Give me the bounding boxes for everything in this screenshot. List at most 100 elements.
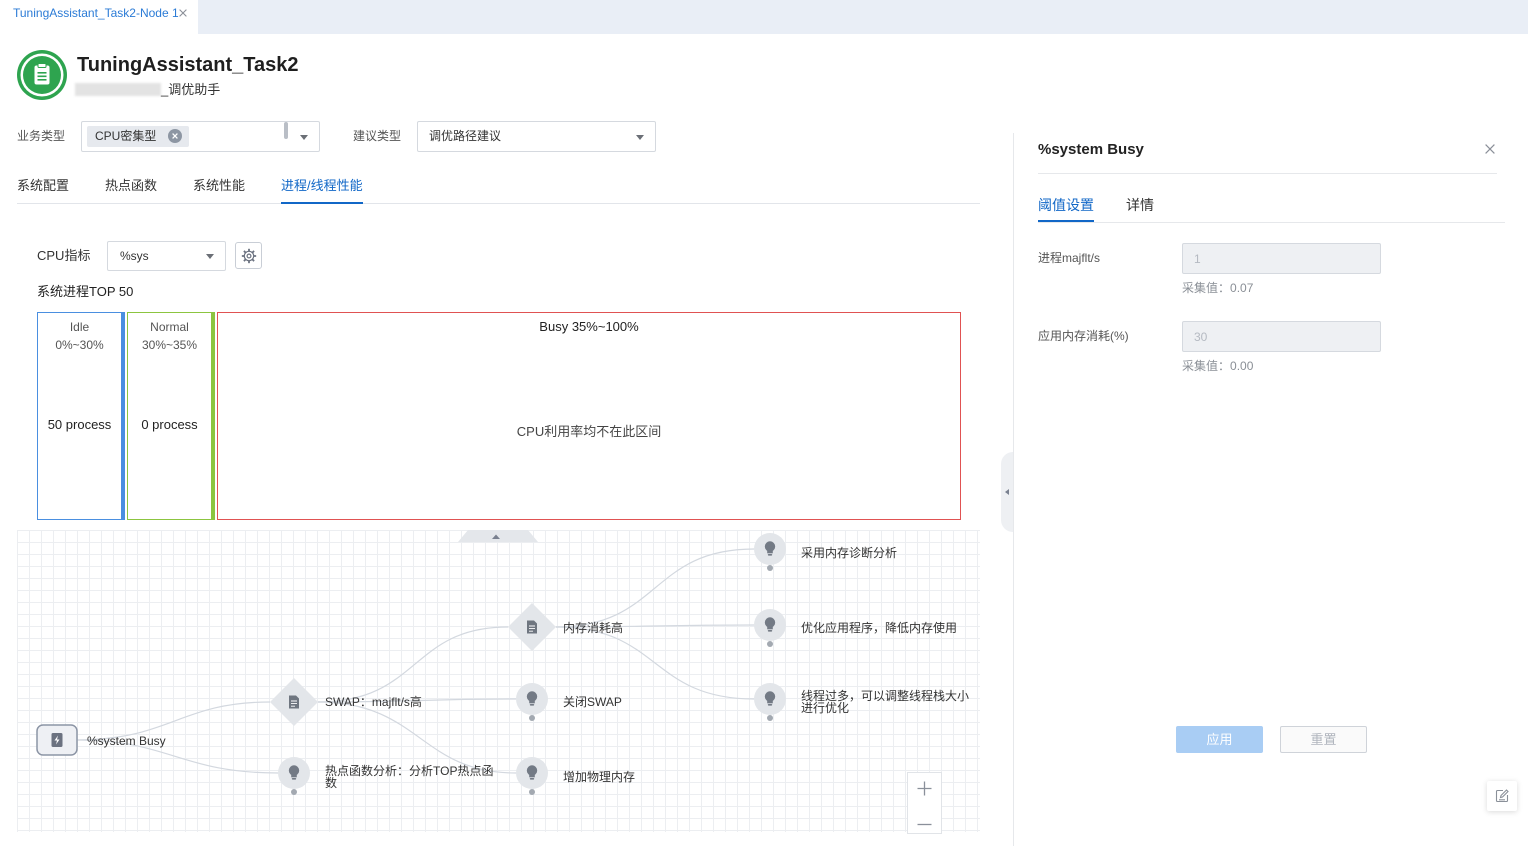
graph-collapse-handle[interactable] <box>458 530 538 542</box>
tab-system-performance[interactable]: 系统性能 <box>193 177 245 204</box>
bucket-count: 50 process <box>47 417 112 432</box>
edge-memory-thread-stack <box>555 626 755 700</box>
chevron-down-icon[interactable] <box>300 135 308 140</box>
bucket-idle[interactable]: Idle 0%~30% 50 process <box>37 312 125 520</box>
bucket-empty-message: CPU利用率均不在此区间 <box>516 424 662 439</box>
close-icon[interactable] <box>1485 144 1495 154</box>
memory-usage-threshold-input[interactable] <box>1182 321 1381 352</box>
tab-hotspot-functions[interactable]: 热点函数 <box>105 177 157 204</box>
zoom-out-button[interactable] <box>908 804 941 834</box>
chevron-down-icon[interactable] <box>636 135 644 140</box>
edge-swap-add-memory <box>317 701 517 774</box>
clipboard-icon <box>17 50 67 104</box>
tab-process-thread-performance[interactable]: 进程/线程性能 <box>281 177 363 204</box>
cpu-metric-value: %sys <box>120 249 149 263</box>
cpu-metric-select[interactable]: %sys <box>107 241 226 271</box>
panel-divider <box>1038 173 1497 174</box>
suggestion-node-memory-diagnosis[interactable] <box>754 533 786 571</box>
close-circle-icon[interactable] <box>168 129 182 143</box>
bucket-name: Busy <box>539 319 569 334</box>
root-node[interactable] <box>36 724 78 756</box>
cpu-metric-label: CPU指标 <box>37 248 91 263</box>
feedback-button[interactable] <box>1487 781 1517 811</box>
node-label-close-swap: 关闭SWAP <box>563 695 622 709</box>
panel-collapse-handle[interactable] <box>1001 452 1013 532</box>
detail-panel: %system Busy 阈值设置 详情 进程majflt/s 采集值：0.07… <box>1013 133 1528 846</box>
node-label-memory: 内存消耗高 <box>563 621 624 635</box>
bucket-name: Normal <box>150 320 189 334</box>
tuning-path-graph[interactable]: %system Busy SWAP：majflt/s高 热点函数分析：分析TOP… <box>17 530 980 832</box>
collected-label: 采集值： <box>1182 359 1231 373</box>
bucket-range: 35%~100% <box>571 319 639 334</box>
node-label-hotspot: 热点函数分析：分析TOP热点函数 <box>325 764 494 790</box>
suggestion-type-label: 建议类型 <box>353 129 402 143</box>
suggestion-type-select[interactable]: 调优路径建议 <box>417 121 656 152</box>
window-tab-bar: TuningAssistant_Task2-Node 1 <box>0 0 1528 34</box>
minus-icon <box>917 823 932 826</box>
page-subtitle: _调优助手 <box>161 82 221 97</box>
document-icon <box>527 620 537 634</box>
plus-icon <box>917 781 932 796</box>
node-label-thread-stack: 线程过多，可以调整线程栈大小进行优化 <box>801 689 970 715</box>
window-tab[interactable]: TuningAssistant_Task2-Node 1 <box>0 0 198 34</box>
suggestion-node-add-memory[interactable] <box>516 757 548 795</box>
condition-node-swap[interactable] <box>270 678 318 726</box>
bucket-count: 0 process <box>141 417 198 432</box>
chevron-left-icon <box>1005 489 1009 495</box>
collected-number: 0.07 <box>1230 281 1254 295</box>
condition-node-memory[interactable] <box>508 603 556 651</box>
close-icon[interactable] <box>179 9 187 17</box>
collected-number: 0.00 <box>1230 359 1254 373</box>
panel-title: %system Busy <box>1038 141 1144 158</box>
collected-value: 采集值：0.00 <box>1182 358 1253 374</box>
page-title: TuningAssistant_Task2 <box>77 54 299 76</box>
majflt-threshold-input[interactable] <box>1182 243 1381 274</box>
business-type-label: 业务类型 <box>17 129 66 143</box>
bucket-name: Idle <box>69 320 90 334</box>
apply-button[interactable]: 应用 <box>1176 726 1263 753</box>
edge-memory-diagnosis <box>555 548 755 628</box>
selected-chip: CPU密集型 <box>87 126 189 147</box>
tabs-divider <box>17 203 980 204</box>
scrollbar-thumb[interactable] <box>284 122 288 139</box>
node-label-add-memory: 增加物理内存 <box>563 770 636 784</box>
process-top-title: 系统进程TOP 50 <box>37 284 134 299</box>
panel-tabs-divider <box>1038 222 1505 223</box>
node-label-optimize-app: 优化应用程序，降低内存使用 <box>801 621 958 635</box>
edge-swap-memory <box>317 626 509 703</box>
window-tab-label: TuningAssistant_Task2-Node 1 <box>13 6 179 20</box>
gear-icon <box>241 248 257 264</box>
bucket-normal[interactable]: Normal 30%~35% 0 process <box>127 312 215 520</box>
field-label-majflt: 进程majflt/s <box>1038 251 1101 265</box>
bucket-heading: Busy 35%~100% <box>218 319 960 335</box>
graph-zoom-controls <box>907 772 942 834</box>
reset-button[interactable]: 重置 <box>1280 726 1367 753</box>
node-label-memory-diagnosis: 采用内存诊断分析 <box>801 546 898 560</box>
suggestion-type-value: 调优路径建议 <box>429 129 502 143</box>
node-label-swap: SWAP：majflt/s高 <box>325 695 422 709</box>
edit-icon <box>1494 788 1510 804</box>
field-label-memory-usage: 应用内存消耗(%) <box>1038 329 1129 343</box>
redacted-block <box>75 83 161 96</box>
app-logo <box>17 50 67 100</box>
tab-system-config[interactable]: 系统配置 <box>17 177 69 204</box>
bucket-range: 0%~30% <box>55 338 104 352</box>
document-icon <box>289 695 299 709</box>
chevron-down-icon[interactable] <box>206 254 214 259</box>
collected-value: 采集值：0.07 <box>1182 280 1253 296</box>
suggestion-node-close-swap[interactable] <box>516 683 548 721</box>
chip-label: CPU密集型 <box>95 129 157 143</box>
suggestion-node-thread-stack[interactable] <box>754 683 786 721</box>
suggestion-node-optimize-app[interactable] <box>754 609 786 647</box>
collected-label: 采集值： <box>1182 281 1231 295</box>
zoom-in-button[interactable] <box>908 773 941 803</box>
business-type-select[interactable]: CPU密集型 <box>81 121 320 152</box>
panel-tab-details[interactable]: 详情 <box>1126 196 1154 222</box>
metric-settings-button[interactable] <box>235 242 262 269</box>
panel-tab-threshold[interactable]: 阈值设置 <box>1038 196 1094 222</box>
process-icon <box>51 733 63 747</box>
bucket-range: 30%~35% <box>141 338 198 352</box>
bucket-busy[interactable]: Busy 35%~100% CPU利用率均不在此区间 <box>217 312 961 520</box>
node-label-root: %system Busy <box>87 734 166 748</box>
suggestion-node-hotspot[interactable] <box>278 757 310 795</box>
